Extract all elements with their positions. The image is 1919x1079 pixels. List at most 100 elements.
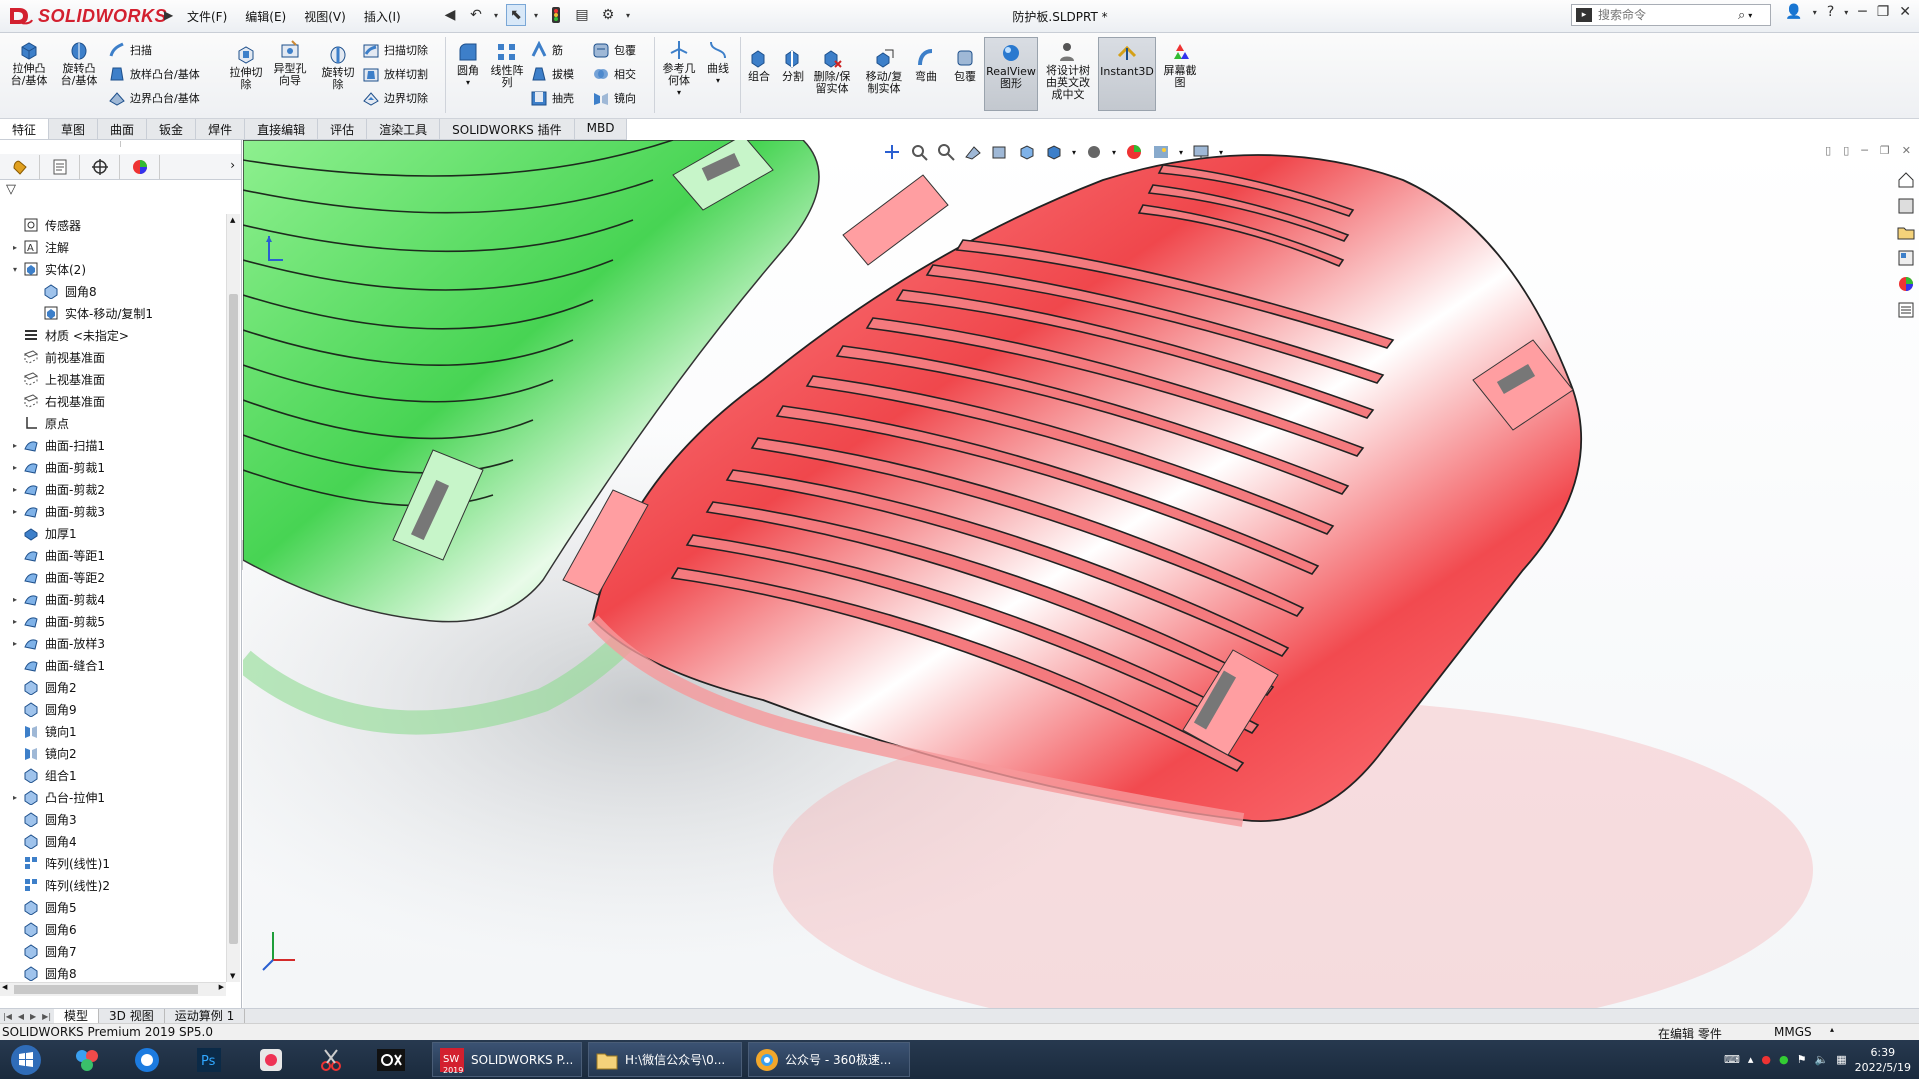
tab-motion-study[interactable]: 运动算例 1 — [165, 1008, 246, 1024]
search-scope-icon[interactable]: ▸ — [1576, 8, 1592, 22]
mirror-button[interactable]: 镜向 — [592, 89, 636, 107]
fillet-button[interactable]: 圆角 ▾ — [452, 41, 484, 89]
tree-expand-toggle-icon[interactable]: ▸ — [8, 485, 22, 494]
taskbar-clock[interactable]: 6:39 2022/5/19 — [1855, 1045, 1911, 1075]
tree-expand-toggle-icon[interactable]: ▸ — [8, 507, 22, 516]
file-explorer-icon[interactable] — [1896, 222, 1916, 242]
unit-dropdown-icon[interactable]: ▴ — [1830, 1025, 1834, 1034]
split-button[interactable]: 分割 — [778, 47, 808, 83]
tab-weldments[interactable]: 焊件 — [196, 119, 246, 139]
reference-geometry-button[interactable]: 参考几 何体 ▾ — [660, 39, 698, 99]
edit-appearance-icon[interactable] — [1125, 143, 1143, 161]
tree-node[interactable]: 右视基准面 — [0, 390, 226, 412]
viewport-minimize-icon[interactable]: ─ — [1861, 144, 1868, 157]
tree-node[interactable]: ▸ 凸台-拉伸1 — [0, 786, 226, 808]
tree-node[interactable]: 圆角8 — [0, 280, 226, 302]
screenshot-button[interactable]: 屏幕截 图 — [1160, 41, 1200, 89]
boundary-cut-button[interactable]: 边界切除 — [362, 89, 428, 107]
design-library-icon[interactable] — [1896, 196, 1916, 216]
swept-cut-button[interactable]: 扫描切除 — [362, 41, 428, 59]
tree-node[interactable]: ▸ A 注解 — [0, 236, 226, 258]
flex-button[interactable]: 弯曲 — [912, 47, 940, 83]
graphics-area[interactable]: ▾ ▾ ▾ ▾ ▯ ▯ ─ ❐ ✕ — [243, 140, 1919, 1008]
revolve-boss-button[interactable]: 旋转凸 台/基体 — [60, 39, 98, 87]
home-icon[interactable] — [1896, 170, 1916, 190]
tab-features[interactable]: 特征 — [0, 119, 50, 139]
curves-button[interactable]: 曲线 ▾ — [702, 39, 734, 87]
sweep-button[interactable]: 扫描 — [108, 41, 152, 59]
tree-node[interactable]: 上视基准面 — [0, 368, 226, 390]
tree-node[interactable]: ▸ 曲面-剪裁5 — [0, 610, 226, 632]
view-settings-dropdown-icon[interactable]: ▾ — [1219, 148, 1223, 157]
tree-node[interactable]: 镜向2 — [0, 742, 226, 764]
tree-node[interactable]: 加厚1 — [0, 522, 226, 544]
viewport-close-icon[interactable]: ✕ — [1902, 144, 1911, 157]
combine-button[interactable]: 组合 — [744, 47, 774, 83]
tray-volume-icon[interactable]: 🔈 — [1814, 1053, 1828, 1066]
hole-wizard-button[interactable]: 异型孔 向导 — [270, 39, 310, 87]
lofted-cut-button[interactable]: 放样切割 — [362, 65, 428, 83]
tree-node[interactable]: 传感器 — [0, 214, 226, 236]
tree-node[interactable]: 前视基准面 — [0, 346, 226, 368]
scroll-left-icon[interactable]: ◀ — [2, 983, 7, 991]
extrude-cut-button[interactable]: 拉伸切 除 — [226, 43, 266, 91]
tree-node[interactable]: ▸ 曲面-剪裁4 — [0, 588, 226, 610]
search-box[interactable]: ▸ ⌕ ▾ — [1571, 4, 1771, 26]
tree-node[interactable]: 阵列(线性)2 — [0, 874, 226, 896]
tray-security-icon[interactable]: ● — [1779, 1053, 1789, 1066]
fillet-dropdown-icon[interactable]: ▾ — [466, 77, 470, 89]
tray-network-icon[interactable]: ▦ — [1836, 1053, 1846, 1066]
user-dropdown-icon[interactable]: ▾ — [1813, 8, 1817, 20]
realview-button[interactable]: RealView 图形 — [984, 37, 1038, 111]
tab-surfaces[interactable]: 曲面 — [98, 119, 148, 139]
feature-manager-tab-icon[interactable] — [0, 154, 40, 179]
tree-node[interactable]: 圆角5 — [0, 896, 226, 918]
section-view-icon[interactable] — [964, 143, 982, 161]
restore-icon[interactable]: ❐ — [1877, 4, 1890, 20]
taskbar-folder-window[interactable]: H:\微信公众号\0... — [588, 1042, 742, 1077]
tree-scroll-thumb[interactable] — [229, 294, 238, 944]
tree-expand-toggle-icon[interactable]: ▸ — [8, 595, 22, 604]
property-manager-tab-icon[interactable] — [40, 154, 80, 179]
scene-dropdown-icon[interactable]: ▾ — [1179, 148, 1183, 157]
zoom-area-icon[interactable] — [910, 143, 928, 161]
revolve-cut-button[interactable]: 旋转切 除 — [318, 43, 358, 91]
panel-grip[interactable]: ⁝ — [0, 140, 241, 154]
tree-node[interactable]: 曲面-缝合1 — [0, 654, 226, 676]
tab-nav-next-icon[interactable]: ▶ — [27, 1012, 39, 1021]
viewport-tile-right-icon[interactable]: ▯ — [1843, 144, 1849, 157]
view-settings-icon[interactable] — [1192, 143, 1210, 161]
tree-node[interactable]: ▸ 曲面-剪裁3 — [0, 500, 226, 522]
filter-icon[interactable]: ▽ — [0, 180, 241, 200]
display-style-icon[interactable] — [1045, 143, 1063, 161]
delete-keep-body-button[interactable]: 删除/保 留实体 — [810, 47, 854, 95]
tree-horizontal-scrollbar[interactable]: ◀ ▶ — [0, 982, 226, 996]
tab-nav-first-icon[interactable]: |◀ — [0, 1012, 15, 1021]
tree-expand-toggle-icon[interactable]: ▸ — [8, 441, 22, 450]
tab-sheet-metal[interactable]: 钣金 — [147, 119, 197, 139]
close-icon[interactable]: ✕ — [1899, 4, 1911, 20]
appearances-icon[interactable] — [1896, 274, 1916, 294]
tree-node[interactable]: 圆角3 — [0, 808, 226, 830]
tab-addins[interactable]: SOLIDWORKS 插件 — [440, 119, 575, 139]
tree-expand-toggle-icon[interactable]: ▸ — [8, 463, 22, 472]
tray-expand-icon[interactable]: ▴ — [1748, 1053, 1754, 1066]
move-copy-body-button[interactable]: 移动/复 制实体 — [862, 47, 906, 95]
tree-expand-toggle-icon[interactable]: ▸ — [8, 639, 22, 648]
tree-node[interactable]: 圆角8 — [0, 962, 226, 982]
wrap2-button[interactable]: 包覆 — [950, 47, 980, 83]
tree-node[interactable]: 阵列(线性)1 — [0, 852, 226, 874]
scroll-down-icon[interactable]: ▼ — [230, 972, 235, 980]
rib-button[interactable]: 筋 — [530, 41, 563, 59]
help-icon[interactable]: ? — [1827, 4, 1834, 20]
tree-node[interactable]: 原点 — [0, 412, 226, 434]
tab-nav-prev-icon[interactable]: ◀ — [15, 1012, 27, 1021]
tree-node[interactable]: 镜向1 — [0, 720, 226, 742]
viewport-restore-icon[interactable]: ❐ — [1880, 144, 1890, 157]
tab-3d-views[interactable]: 3D 视图 — [99, 1008, 165, 1024]
hide-show-dropdown-icon[interactable]: ▾ — [1112, 148, 1116, 157]
help-dropdown-icon[interactable]: ▾ — [1844, 8, 1848, 20]
translate-tree-button[interactable]: 将设计树 由英文改 成中文 — [1042, 41, 1094, 101]
tree-node[interactable]: ▸ 曲面-剪裁1 — [0, 456, 226, 478]
scroll-up-icon[interactable]: ▲ — [230, 216, 235, 224]
